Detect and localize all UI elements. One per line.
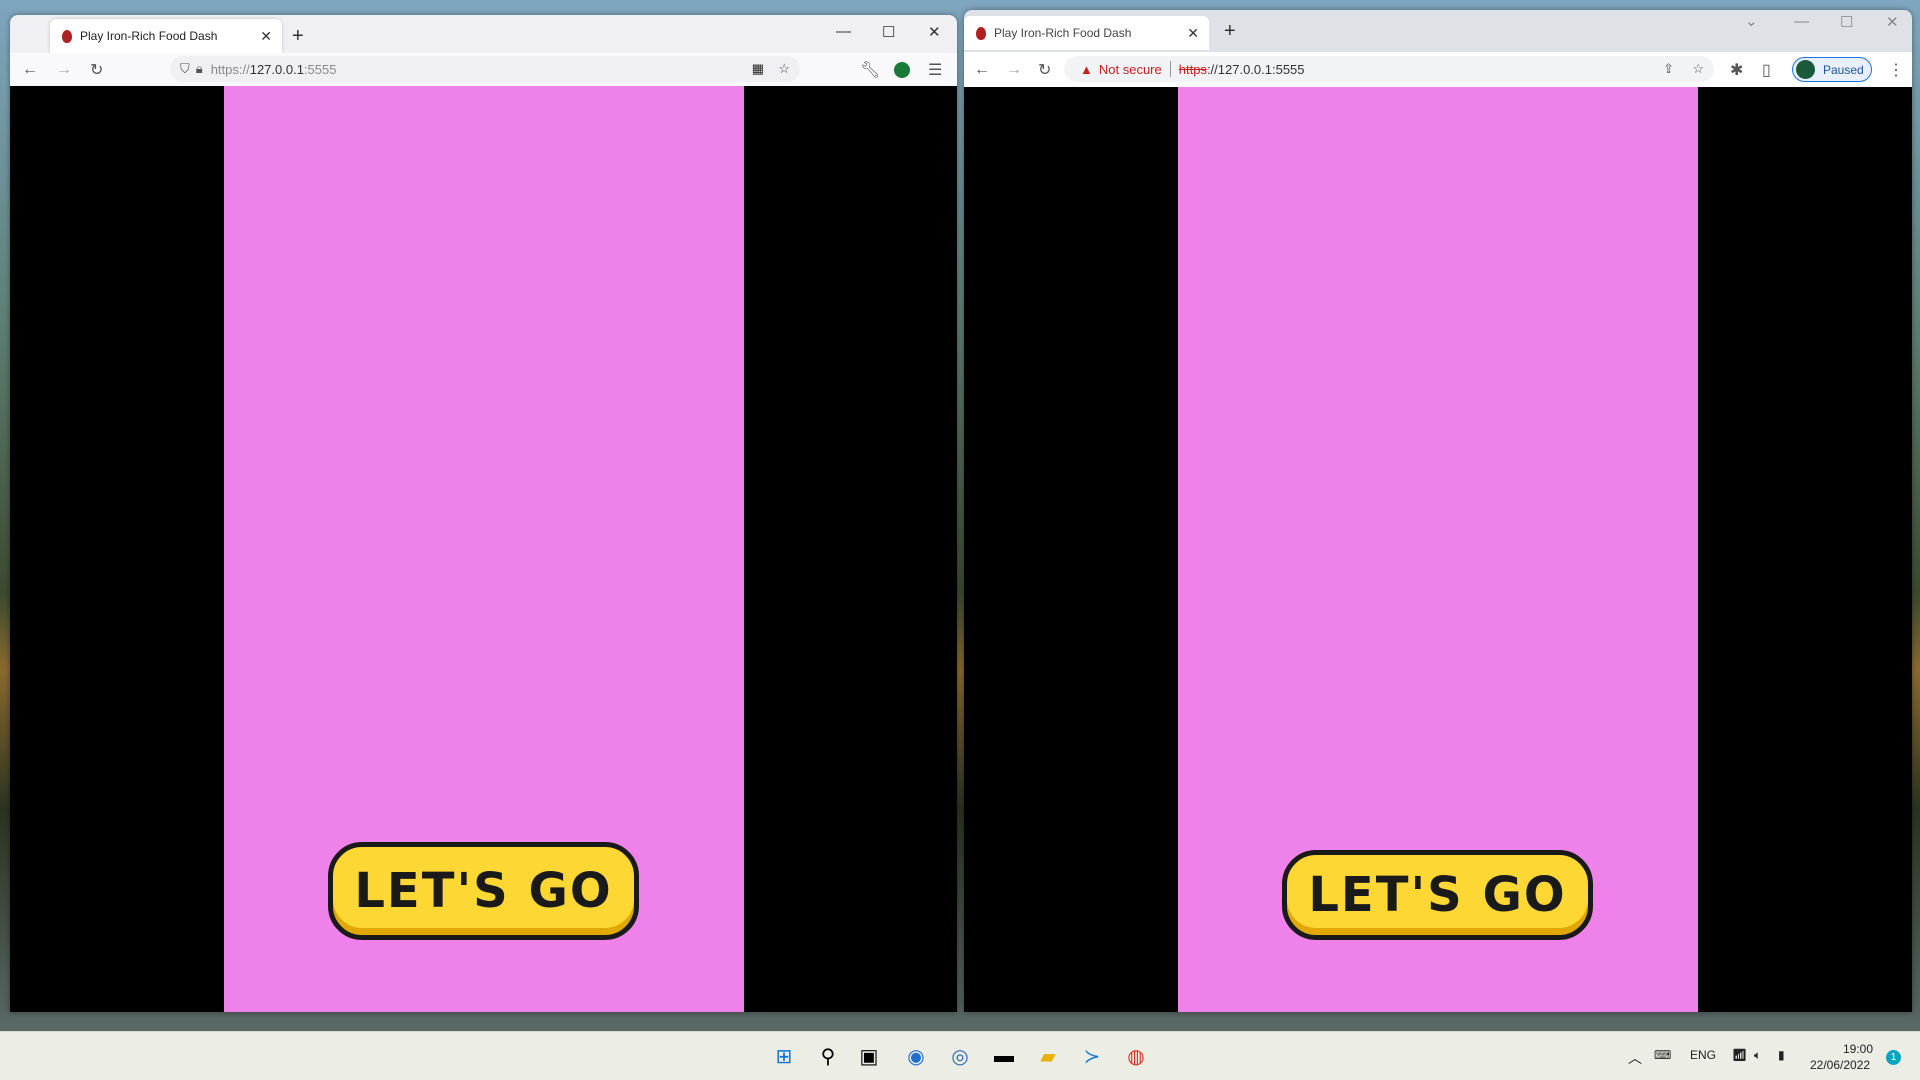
avatar	[1796, 60, 1815, 79]
tab-bar: Play Iron-Rich Food Dash ✕ + — ☐ ✕	[10, 15, 957, 53]
file-explorer-icon[interactable]: ▰	[1034, 1042, 1062, 1070]
volume-icon[interactable]: 🔈︎	[1754, 1048, 1761, 1063]
reload-icon[interactable]: ↻	[1038, 60, 1051, 80]
not-secure-label: Not secure	[1098, 61, 1162, 77]
tab-title: Play Iron-Rich Food Dash	[994, 26, 1132, 40]
start-icon[interactable]: ⊞	[770, 1042, 798, 1070]
vscode-icon[interactable]: ≻	[1078, 1042, 1106, 1070]
app-icon[interactable]: ◎	[946, 1042, 974, 1070]
chrome-window: Play Iron-Rich Food Dash ✕ + ⌄ — ☐ ✕ ← →…	[964, 10, 1912, 1012]
firefox-icon[interactable]: ◉	[902, 1042, 930, 1070]
favicon-icon	[976, 26, 986, 40]
forward-icon[interactable]: →	[56, 61, 72, 79]
extensions-icon[interactable]: ✱	[1730, 60, 1743, 80]
url-scheme: https	[1178, 61, 1207, 77]
nav-toolbar: ← → ↻ ▲ Not secure https ://127.0.0.1:55…	[964, 52, 1912, 87]
page-content: LET'S GO	[10, 86, 957, 1012]
share-icon[interactable]: ⇪	[1663, 61, 1674, 77]
close-window-button[interactable]: ✕	[1886, 13, 1899, 31]
close-window-button[interactable]: ✕	[928, 23, 941, 41]
side-panel-icon[interactable]: ▯	[1762, 60, 1771, 80]
bookmark-star-icon[interactable]: ☆	[1692, 61, 1704, 77]
new-tab-button[interactable]: +	[292, 25, 304, 48]
qr-icon[interactable]: ▦	[752, 61, 764, 77]
game-canvas: LET'S GO	[224, 86, 744, 1012]
minimize-button[interactable]: —	[836, 23, 851, 40]
maximize-button[interactable]: ☐	[1840, 13, 1853, 31]
nav-toolbar: ← → ↻ ⛉ 🔒︎ https:// 127.0.0.1 :5555 ▦ ☆ …	[10, 53, 957, 86]
new-tab-button[interactable]: +	[1224, 20, 1236, 43]
profile-button[interactable]: Paused	[1792, 57, 1872, 82]
reload-icon[interactable]: ↻	[90, 60, 103, 80]
address-bar[interactable]: ⛉ 🔒︎ https:// 127.0.0.1 :5555 ▦ ☆	[170, 56, 800, 82]
page-content: LET'S GO	[964, 87, 1912, 1012]
task-view-icon[interactable]: ▣	[855, 1042, 883, 1070]
battery-icon[interactable]: ▮	[1778, 1048, 1785, 1062]
wifi-icon[interactable]: 📶︎	[1732, 1048, 1747, 1062]
menu-icon[interactable]: ⋮	[1888, 60, 1904, 80]
menu-icon[interactable]: ☰	[928, 60, 942, 80]
profile-status: Paused	[1823, 62, 1864, 77]
extension-icon[interactable]	[894, 62, 910, 78]
url-port: :5555	[303, 61, 337, 77]
shield-icon: ⛉	[180, 61, 190, 76]
clock-date[interactable]: 22/06/2022	[1810, 1058, 1870, 1072]
maximize-button[interactable]: ☐	[882, 23, 895, 41]
wrench-icon[interactable]: 🔧︎	[860, 60, 880, 80]
minimize-button[interactable]: —	[1794, 13, 1809, 30]
show-hidden-icons[interactable]: ︿	[1628, 1048, 1642, 1068]
terminal-icon[interactable]: ▬	[990, 1042, 1018, 1070]
notification-badge[interactable]: 1	[1886, 1050, 1901, 1065]
language-indicator[interactable]: ENG	[1690, 1048, 1716, 1062]
clock-time[interactable]: 19:00	[1843, 1042, 1873, 1056]
tab-bar: Play Iron-Rich Food Dash ✕ + ⌄ — ☐ ✕	[964, 10, 1912, 50]
warning-icon: ▲	[1080, 61, 1093, 77]
search-icon[interactable]: ⚲	[814, 1042, 842, 1070]
forward-icon[interactable]: →	[1006, 61, 1022, 79]
firefox-window: Play Iron-Rich Food Dash ✕ + — ☐ ✕ ← → ↻…	[10, 15, 957, 1012]
tab-search-icon[interactable]: ⌄	[1745, 12, 1758, 30]
browser-tab[interactable]: Play Iron-Rich Food Dash ✕	[964, 16, 1209, 50]
game-canvas: LET'S GO	[1178, 87, 1698, 1012]
url-rest: ://127.0.0.1:5555	[1206, 61, 1305, 77]
address-bar[interactable]: ▲ Not secure https ://127.0.0.1:5555 ⇪ ☆	[1064, 56, 1714, 82]
tab-title: Play Iron-Rich Food Dash	[80, 29, 218, 43]
back-icon[interactable]: ←	[22, 61, 38, 79]
bookmark-star-icon[interactable]: ☆	[778, 61, 790, 77]
close-tab-icon[interactable]: ✕	[260, 28, 272, 45]
close-tab-icon[interactable]: ✕	[1187, 25, 1199, 42]
divider	[1169, 61, 1171, 77]
lets-go-button[interactable]: LET'S GO	[1282, 850, 1593, 940]
url-prefix: https://	[210, 61, 250, 77]
taskbar: ⊞ ⚲ ▣ ◉ ◎ ▬ ▰ ≻ ◍ ︿ ⌨ ENG 📶︎ 🔈︎ ▮ 19:00 …	[0, 1031, 1920, 1080]
url-host: 127.0.0.1	[249, 61, 304, 77]
back-icon[interactable]: ←	[974, 61, 990, 79]
keyboard-icon[interactable]: ⌨	[1654, 1048, 1671, 1062]
chrome-icon[interactable]: ◍	[1122, 1042, 1150, 1070]
favicon-icon	[62, 29, 72, 43]
lets-go-button[interactable]: LET'S GO	[328, 842, 639, 940]
lock-icon: 🔒︎	[195, 61, 203, 76]
browser-tab[interactable]: Play Iron-Rich Food Dash ✕	[50, 19, 282, 53]
